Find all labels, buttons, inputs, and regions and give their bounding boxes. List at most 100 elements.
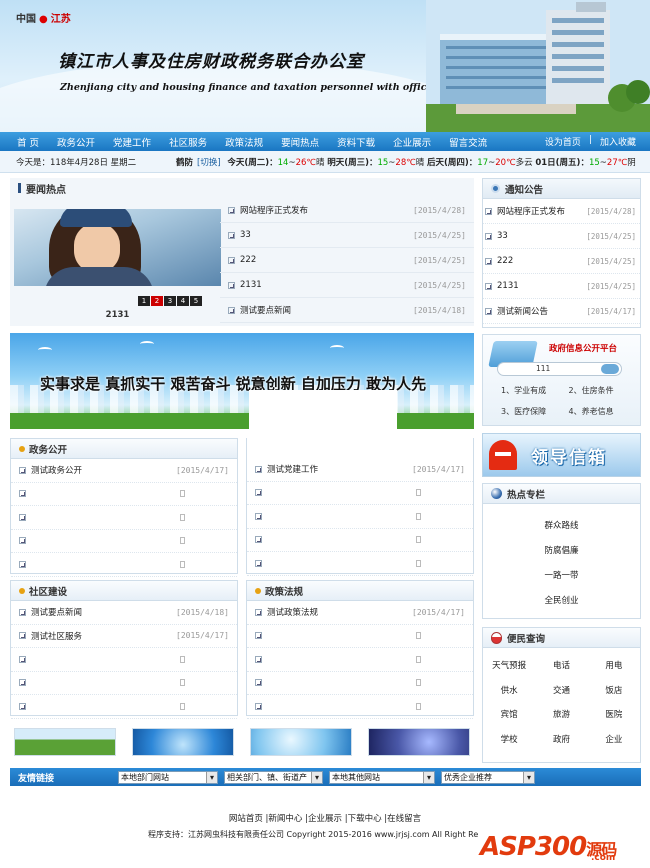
service-item[interactable]: 电话 [535, 654, 587, 679]
list-item[interactable]: 测试要点新闻 [2015/4/18] [220, 298, 474, 323]
local-dept-select[interactable]: 本地部门网站 [118, 770, 218, 784]
list-item[interactable] [11, 530, 237, 553]
nav-home[interactable]: 首 页 [8, 135, 48, 149]
list-item[interactable]: 2131 [2015/4/25] [483, 274, 640, 299]
list-item[interactable] [247, 648, 473, 672]
nav-party[interactable]: 党建工作 [104, 135, 160, 149]
item-title[interactable]: 测试新闻公告 [497, 305, 586, 317]
pager-3[interactable]: 3 [164, 296, 176, 306]
item-title[interactable]: 33 [497, 231, 586, 241]
service-item[interactable]: 供水 [483, 679, 535, 704]
item-title[interactable]: 33 [240, 230, 413, 240]
list-item[interactable]: 33 [2015/4/25] [220, 223, 474, 248]
photo-thumbnail[interactable] [14, 728, 116, 756]
list-item[interactable] [247, 625, 473, 648]
list-item[interactable]: 测试政策法规 [2015/4/17] [247, 601, 473, 625]
hot-topic-item[interactable]: 群众路线 [483, 514, 640, 539]
footer-link-messages[interactable]: |在线留言 [384, 814, 421, 824]
service-item[interactable]: 天气预报 [483, 654, 535, 679]
hot-topic-item[interactable]: 全民创业 [483, 589, 640, 614]
pager-2[interactable]: 2 [151, 296, 163, 306]
nav-hot-news[interactable]: 要闻热点 [272, 135, 328, 149]
nav-policy[interactable]: 政策法规 [216, 135, 272, 149]
item-title[interactable]: 2131 [497, 281, 586, 291]
list-item[interactable]: 222 [2015/4/25] [483, 249, 640, 274]
hot-topic-item[interactable]: 一路一带 [483, 564, 640, 589]
list-item[interactable] [247, 482, 473, 505]
top-link-china[interactable]: 中国 [16, 14, 36, 25]
service-item[interactable]: 旅游 [535, 703, 587, 728]
list-item[interactable]: 网站程序正式发布 [2015/4/28] [483, 199, 640, 224]
service-item[interactable]: 用电 [588, 654, 640, 679]
item-title[interactable]: 网站程序正式发布 [497, 205, 586, 217]
gov-link[interactable]: 1、学业有成 [501, 385, 569, 396]
hot-topic-item[interactable]: 防腐倡廉 [483, 539, 640, 564]
list-item[interactable]: 测试党建工作 [2015/4/17] [247, 458, 473, 482]
nav-enterprise[interactable]: 企业展示 [384, 135, 440, 149]
list-item[interactable]: 33 [2015/4/25] [483, 224, 640, 249]
item-title[interactable]: 测试政务公开 [31, 464, 176, 476]
item-title[interactable]: 测试党建工作 [267, 463, 412, 475]
list-item[interactable] [11, 672, 237, 695]
service-item[interactable]: 交通 [535, 679, 587, 704]
gov-link[interactable]: 3、医疗保障 [501, 406, 569, 417]
photo-thumbnail[interactable] [250, 728, 352, 756]
list-item[interactable]: 222 [2015/4/25] [220, 248, 474, 273]
list-item[interactable] [11, 648, 237, 672]
hot-news-photo[interactable] [14, 209, 221, 286]
footer-link-home[interactable]: 网站首页 [229, 814, 263, 824]
service-item[interactable]: 饭店 [588, 679, 640, 704]
list-item[interactable] [247, 529, 473, 552]
item-title[interactable]: 网站程序正式发布 [240, 204, 413, 216]
pager-4[interactable]: 4 [177, 296, 189, 306]
nav-downloads[interactable]: 资料下载 [328, 135, 384, 149]
item-title[interactable]: 222 [497, 256, 586, 266]
item-title[interactable]: 测试社区服务 [31, 630, 176, 642]
list-item[interactable] [11, 506, 237, 530]
weather-switch[interactable]: [切换] [197, 158, 221, 168]
list-item[interactable] [247, 505, 473, 529]
photo-thumbnail[interactable] [132, 728, 234, 756]
item-title[interactable]: 222 [240, 255, 413, 265]
photo-thumbnail[interactable] [368, 728, 470, 756]
set-home-link[interactable]: 设为首页 [541, 135, 585, 148]
bookmark-link[interactable]: 加入收藏 [596, 135, 640, 148]
list-item[interactable]: 网站程序正式发布 [2015/4/28] [220, 198, 474, 223]
service-item[interactable]: 医院 [588, 703, 640, 728]
list-item[interactable]: 2131 [2015/4/25] [220, 273, 474, 298]
gov-link[interactable]: 4、养老信息 [569, 406, 637, 417]
list-item[interactable] [247, 552, 473, 576]
gov-info-title[interactable]: 政府信息公开平台 [549, 342, 617, 354]
other-sites-select[interactable]: 本地其他网站 [329, 770, 435, 784]
photo-caption[interactable]: 2131 [14, 310, 221, 320]
item-title[interactable]: 测试要点新闻 [240, 304, 413, 316]
list-item[interactable]: 测试政务公开 [2015/4/17] [11, 459, 237, 483]
related-dept-select[interactable]: 相关部门、镇、街道产 [224, 770, 323, 784]
search-go-button[interactable] [601, 364, 619, 374]
footer-link-downloads[interactable]: |下载中心 [345, 814, 382, 824]
nav-messages[interactable]: 留言交流 [440, 135, 496, 149]
footer-link-enterprise[interactable]: |企业展示 [305, 814, 342, 824]
service-item[interactable]: 宾馆 [483, 703, 535, 728]
list-item[interactable]: 测试要点新闻 [2015/4/18] [11, 601, 237, 625]
item-title[interactable]: 2131 [240, 280, 413, 290]
list-item[interactable]: 测试新闻公告 [2015/4/17] [483, 299, 640, 324]
nav-gov-affairs[interactable]: 政务公开 [48, 135, 104, 149]
pager-1[interactable]: 1 [138, 296, 150, 306]
footer-link-news[interactable]: |新闻中心 [266, 814, 303, 824]
top-link-jiangsu[interactable]: 江苏 [51, 14, 71, 25]
nav-community[interactable]: 社区服务 [160, 135, 216, 149]
service-item[interactable]: 政府 [535, 728, 587, 753]
list-item[interactable] [11, 483, 237, 506]
list-item[interactable] [247, 695, 473, 719]
gov-link[interactable]: 2、住房条件 [569, 385, 637, 396]
item-title[interactable]: 测试政策法规 [267, 606, 412, 618]
list-item[interactable] [11, 553, 237, 577]
service-item[interactable]: 企业 [588, 728, 640, 753]
enterprise-select[interactable]: 优秀企业推荐 [441, 770, 535, 784]
list-item[interactable] [11, 695, 237, 719]
service-item[interactable]: 学校 [483, 728, 535, 753]
gov-search-input[interactable]: 111 [497, 362, 622, 376]
pager-5[interactable]: 5 [190, 296, 202, 306]
item-title[interactable]: 测试要点新闻 [31, 606, 176, 618]
